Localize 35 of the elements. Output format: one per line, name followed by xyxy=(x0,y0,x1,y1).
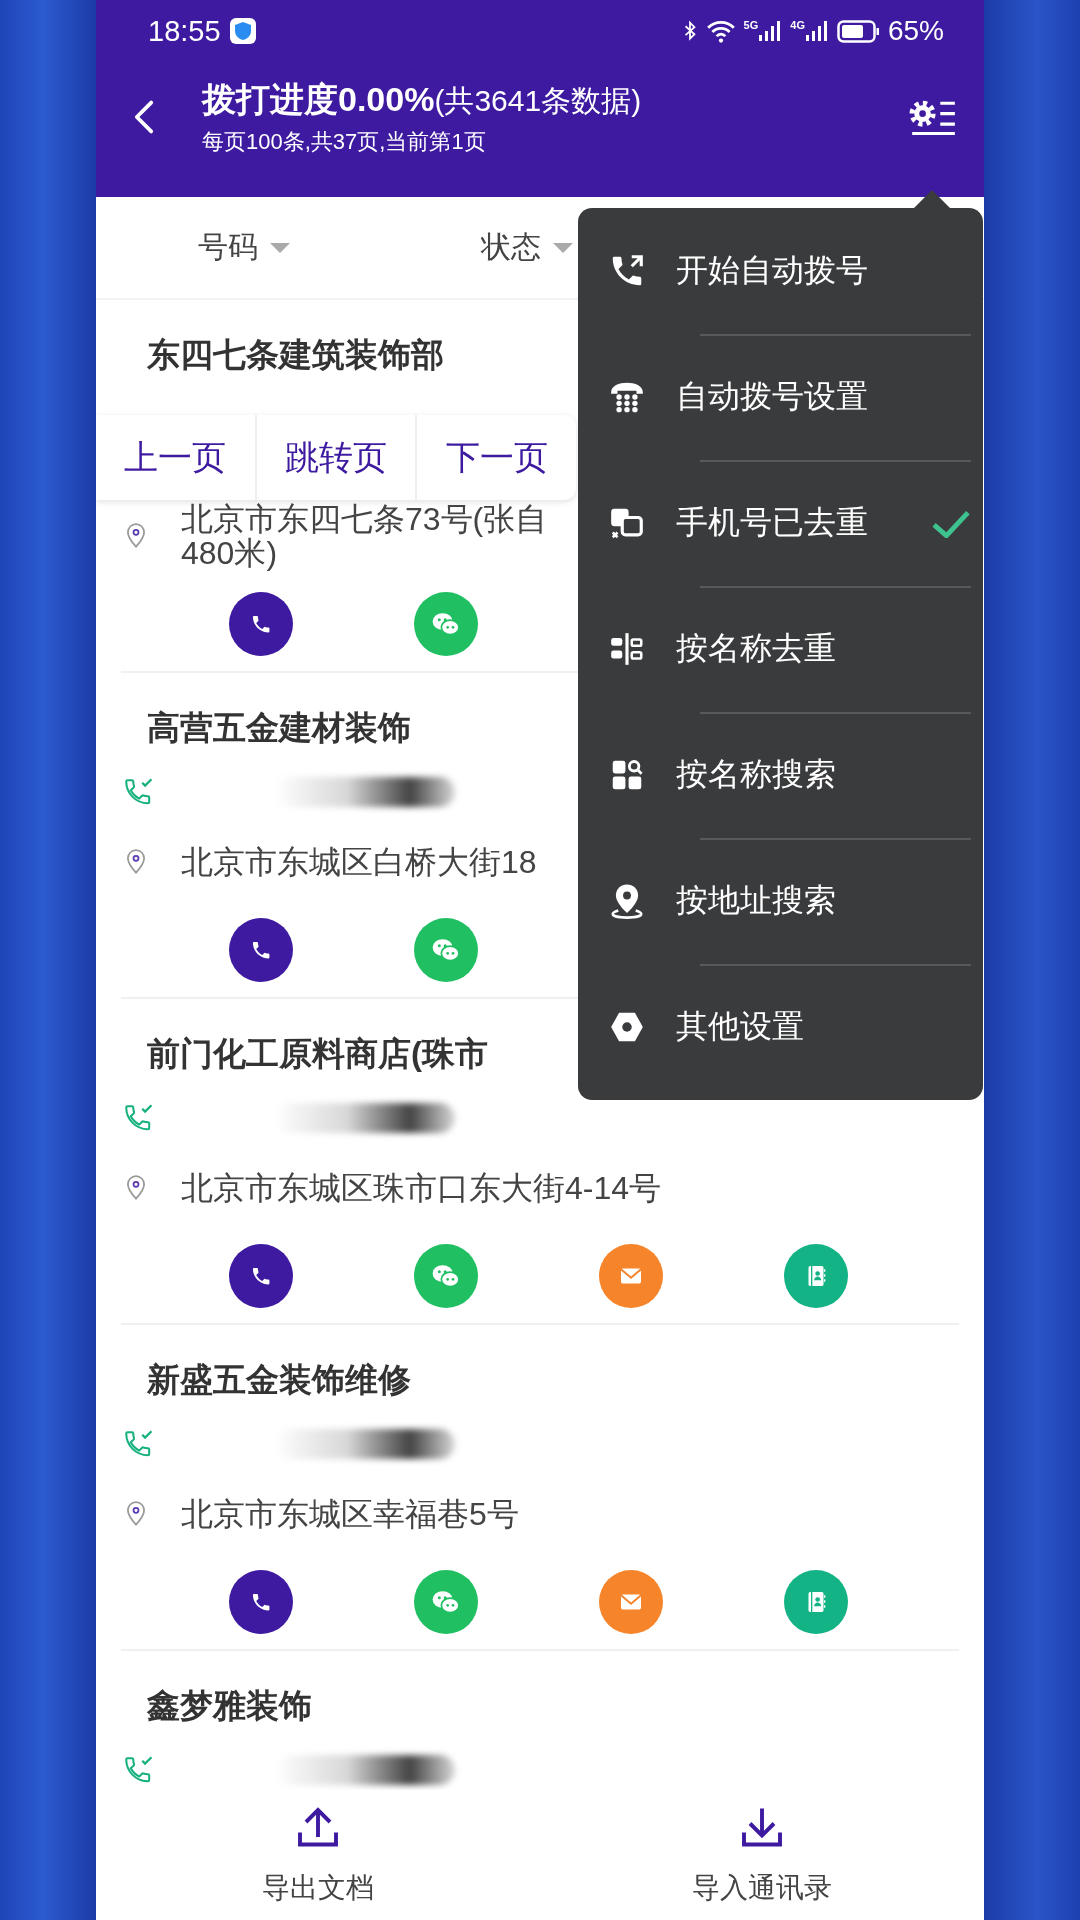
address-text: 北京市东城区白桥大街18 xyxy=(181,845,537,879)
clock: 18:55 xyxy=(148,14,221,48)
signal-icon xyxy=(804,19,829,43)
shop-name: 东四七条建筑装饰部 xyxy=(147,335,444,375)
shop-name: 新盛五金装饰维修 xyxy=(147,1360,411,1400)
signal-icon xyxy=(758,19,783,43)
network-label: 5G xyxy=(743,19,759,31)
shop-name: 高营五金建材装饰 xyxy=(147,708,411,748)
address-text: 北京市东城区珠市口东大街4-14号 xyxy=(181,1171,662,1205)
caret-icon xyxy=(270,242,290,253)
back-icon[interactable] xyxy=(132,99,156,135)
shop-name: 前门化工原料商店(珠市 xyxy=(147,1034,488,1074)
menu-item[interactable]: 按地址搜索 xyxy=(578,838,983,964)
address-text: 北京市东城区幸福巷5号 xyxy=(181,1497,519,1531)
columns-icon xyxy=(608,630,646,668)
export-button[interactable]: 导出文档 xyxy=(96,1790,540,1920)
shop-name: 鑫梦雅装饰 xyxy=(147,1686,312,1726)
battery-percent: 65% xyxy=(887,15,944,47)
caret-icon xyxy=(553,242,573,253)
page-button[interactable]: 跳转页 xyxy=(256,415,418,500)
menu-item[interactable]: 自动拨号设置 xyxy=(578,334,983,460)
menu-item[interactable]: 其他设置 xyxy=(578,964,983,1090)
page-button[interactable]: 下一页 xyxy=(417,415,576,500)
filter-dropdown[interactable]: 号码 xyxy=(96,197,392,298)
page-subtitle: 每页100条,共37页,当前第1页 xyxy=(202,128,487,156)
menu-item[interactable]: 按名称搜索 xyxy=(578,712,983,838)
menu-item[interactable]: 按名称去重 xyxy=(578,586,983,712)
page-button[interactable]: 上一页 xyxy=(96,415,257,500)
address-text: 北京市东四七条73号(张自 480米) xyxy=(181,502,548,570)
shield-icon xyxy=(228,17,257,45)
menu-item[interactable]: 手机号已去重 xyxy=(578,460,983,586)
network-label: 4G xyxy=(790,19,805,31)
import-button[interactable]: 导入通讯录 xyxy=(540,1790,984,1920)
battery-icon xyxy=(836,19,880,43)
page-title: 拨打进度0.00%(共3641条数据) xyxy=(202,79,643,120)
